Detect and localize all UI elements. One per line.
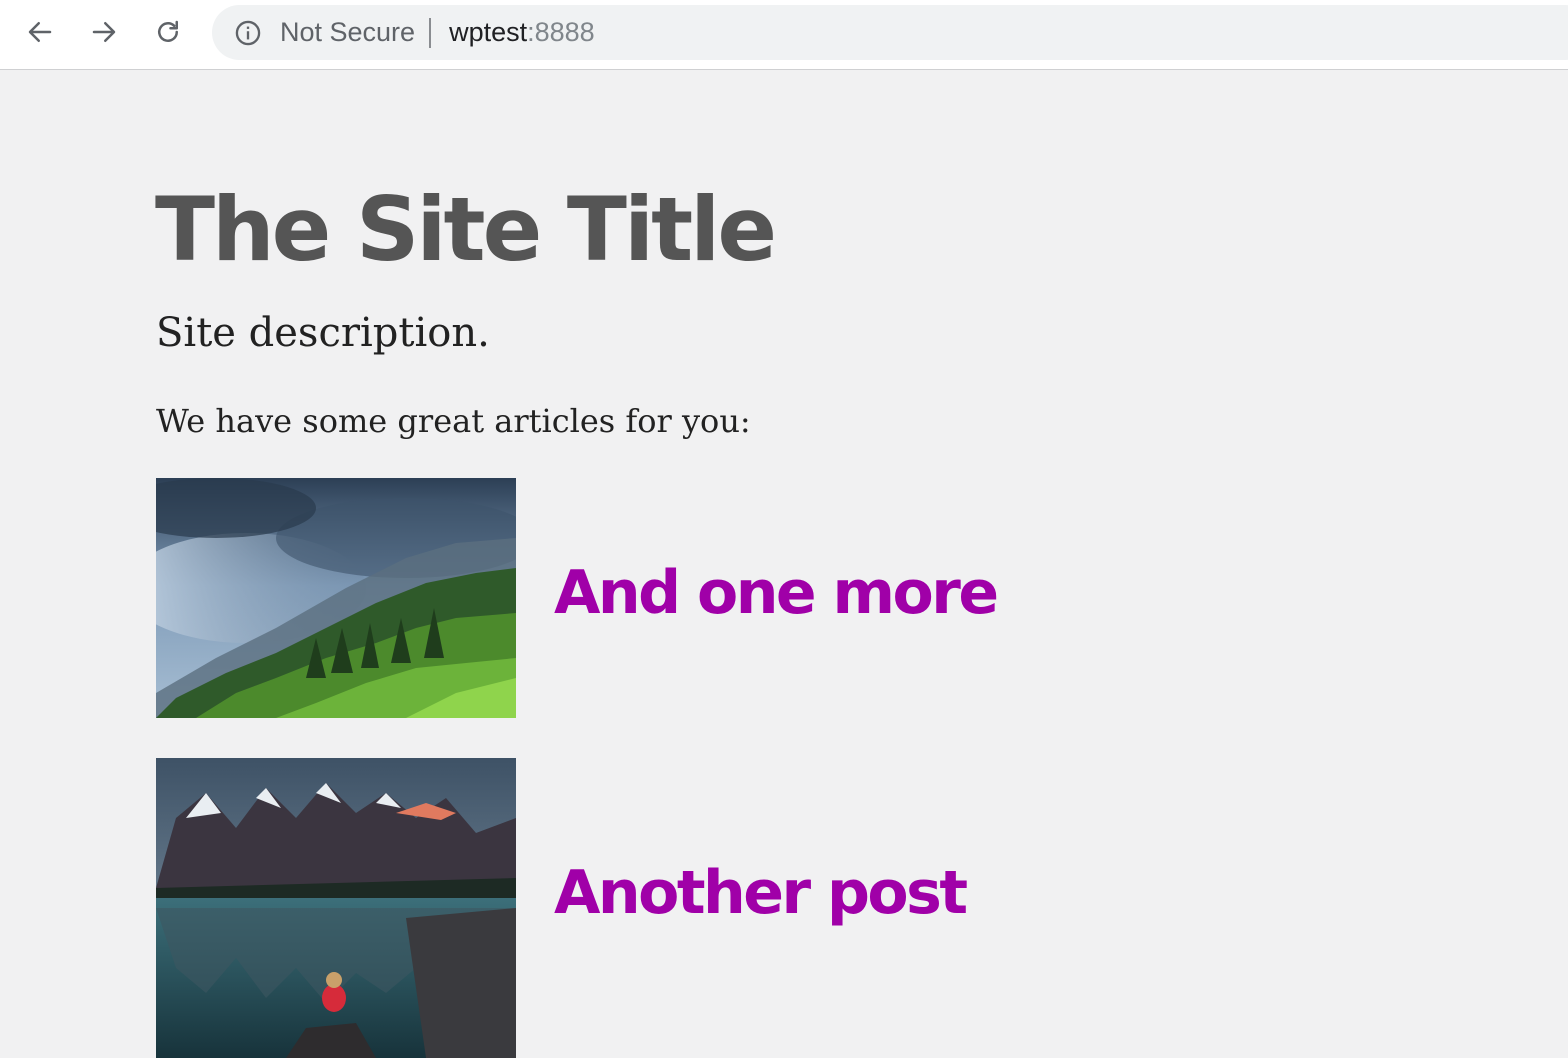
address-separator [429,17,432,48]
arrow-left-icon [28,22,52,42]
site-title[interactable]: The Site Title [155,178,777,281]
info-icon[interactable] [234,19,262,47]
url-port: :8888 [527,17,595,47]
post-thumbnail-lake[interactable] [156,758,516,1058]
url-host: wptest [449,17,528,47]
url-text[interactable]: wptest:8888 [449,17,595,48]
post-title-link[interactable]: Another post [554,858,968,928]
back-button[interactable] [20,12,60,52]
security-status[interactable]: Not Secure [280,17,415,48]
mountain-lake-image [156,758,516,1058]
forward-button[interactable] [84,12,124,52]
intro-text: We have some great articles for you: [156,402,751,440]
post-thumbnail-forest[interactable] [156,478,516,718]
forest-image [156,478,516,718]
arrow-right-icon [92,22,116,42]
post-title-link[interactable]: And one more [554,558,999,628]
browser-toolbar: Not Secure wptest:8888 [0,0,1568,70]
address-bar[interactable]: Not Secure wptest:8888 [212,5,1568,60]
post-item: Another post [156,758,1156,1058]
reload-icon [158,20,178,42]
site-description: Site description. [156,310,490,356]
reload-button[interactable] [148,12,188,52]
post-item: And one more [156,478,1156,718]
